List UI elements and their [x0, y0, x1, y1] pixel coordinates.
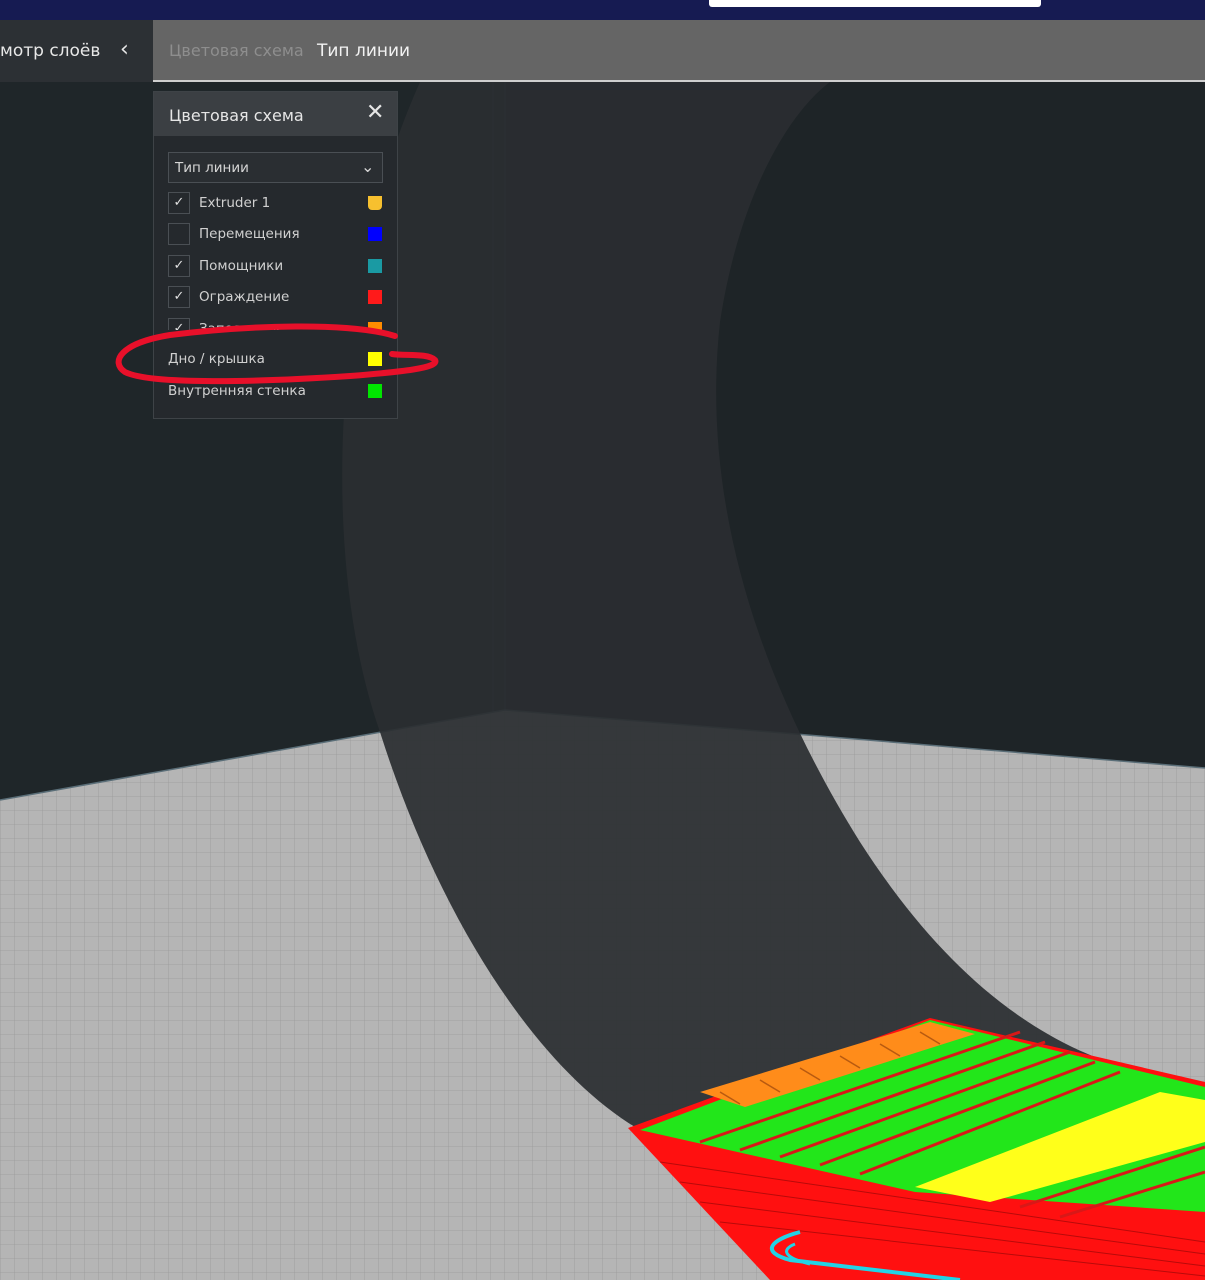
- chevron-down-icon: ⌄: [361, 157, 375, 176]
- checkbox-infill[interactable]: ✓: [168, 318, 190, 330]
- color-swatch-extruder: [368, 196, 382, 210]
- legend-item-extruder[interactable]: ✓ Extruder 1: [168, 192, 383, 216]
- stage-toolbar: мотр слоёв ‹: [0, 20, 153, 82]
- checkbox-helpers[interactable]: ✓: [168, 255, 190, 277]
- select-value: Тип линии: [175, 160, 249, 176]
- legend-item-inner-wall[interactable]: Внутренняя стенка: [168, 380, 383, 404]
- legend-item-top-bottom[interactable]: Дно / крышка: [168, 348, 383, 372]
- breadcrumb-color-scheme[interactable]: Цветовая схема: [169, 41, 304, 60]
- legend-item-shell[interactable]: ✓ Ограждение: [168, 286, 383, 310]
- checkbox-extruder[interactable]: ✓: [168, 192, 190, 214]
- legend-label: Заполнение: [199, 321, 285, 330]
- legend-label: Ограждение: [199, 289, 290, 305]
- window-top-strip: [0, 0, 1205, 20]
- color-swatch-travel: [368, 227, 382, 241]
- color-scheme-panel: Цветовая схема ✕ Тип линии ⌄ ✓ Extruder …: [153, 91, 398, 419]
- color-swatch-inner-wall: [368, 384, 382, 398]
- checkbox-travel[interactable]: [168, 223, 190, 245]
- panel-header: Цветовая схема ✕: [154, 92, 397, 136]
- legend-label: Extruder 1: [199, 195, 271, 211]
- color-swatch-helpers: [368, 259, 382, 273]
- legend-label: Перемещения: [199, 226, 300, 242]
- legend-label: Дно / крышка: [168, 351, 265, 367]
- view-toolbar: Цветовая схема Тип линии: [153, 20, 1205, 82]
- chevron-left-icon[interactable]: ‹: [120, 38, 129, 62]
- breadcrumb-line-type[interactable]: Тип линии: [317, 41, 410, 61]
- color-swatch-infill: [368, 322, 382, 330]
- color-swatch-top-bottom: [368, 352, 382, 366]
- legend-item-helpers[interactable]: ✓ Помощники: [168, 255, 383, 279]
- legend-label: Внутренняя стенка: [168, 383, 306, 399]
- legend-item-travel[interactable]: Перемещения: [168, 223, 383, 247]
- color-swatch-shell: [368, 290, 382, 304]
- stage-title: мотр слоёв: [0, 41, 101, 61]
- search-field-edge[interactable]: [709, 0, 1041, 7]
- close-icon[interactable]: ✕: [366, 101, 384, 125]
- checkbox-shell[interactable]: ✓: [168, 286, 190, 308]
- legend-item-infill[interactable]: ✓ Заполнение: [168, 318, 383, 330]
- panel-title: Цветовая схема: [169, 106, 304, 125]
- color-scheme-select[interactable]: Тип линии ⌄: [168, 152, 383, 183]
- legend-label: Помощники: [199, 258, 284, 274]
